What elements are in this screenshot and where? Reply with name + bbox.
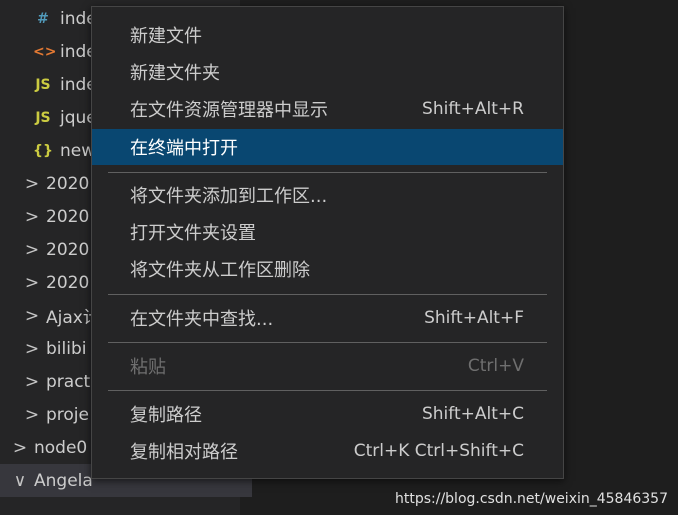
- css-file-icon: #: [37, 10, 49, 27]
- menu-item-label: 新建文件: [130, 26, 202, 47]
- menu-item-label: 打开文件夹设置: [130, 223, 256, 244]
- menu-item-shortcut: Shift+Alt+R: [422, 99, 524, 119]
- chevron-right-icon: >: [24, 404, 40, 425]
- chevron-right-icon: >: [12, 437, 28, 458]
- context-menu: 新建文件 新建文件夹 在文件资源管理器中显示 Shift+Alt+R 在终端中打…: [91, 6, 564, 479]
- chevron-right-icon: >: [24, 371, 40, 392]
- menu-item-add-folder-to-workspace[interactable]: 将文件夹添加到工作区...: [92, 177, 563, 213]
- tree-item-label: new: [60, 140, 96, 161]
- menu-item-remove-from-workspace[interactable]: 将文件夹从工作区删除: [92, 251, 563, 287]
- chevron-right-icon: >: [24, 173, 40, 194]
- menu-separator: [108, 294, 547, 295]
- menu-item-label: 将文件夹从工作区删除: [130, 260, 310, 281]
- js-file-icon: JS: [35, 76, 51, 93]
- menu-item-label: 在文件夹中查找...: [130, 309, 274, 330]
- tree-item-label: 2020: [46, 239, 90, 260]
- menu-item-shortcut: Ctrl+V: [467, 356, 524, 376]
- menu-separator: [108, 342, 547, 343]
- menu-separator: [108, 390, 547, 391]
- chevron-right-icon: >: [24, 305, 40, 326]
- menu-item-label: 复制路径: [130, 405, 202, 426]
- js-file-icon: JS: [35, 109, 51, 126]
- menu-item-new-folder[interactable]: 新建文件夹: [92, 54, 563, 90]
- menu-item-shortcut: Ctrl+K Ctrl+Shift+C: [353, 441, 524, 461]
- menu-item-label: 在文件资源管理器中显示: [130, 100, 328, 121]
- watermark-text: https://blog.csdn.net/weixin_45846357: [394, 491, 668, 507]
- tree-item-label: pract: [46, 371, 91, 392]
- tree-item-label: 2020: [46, 272, 90, 293]
- chevron-right-icon: >: [24, 338, 40, 359]
- chevron-right-icon: >: [24, 272, 40, 293]
- tree-item-label: proje: [46, 404, 89, 425]
- menu-item-paste[interactable]: 粘贴 Ctrl+V: [92, 348, 563, 384]
- menu-item-open-folder-settings[interactable]: 打开文件夹设置: [92, 214, 563, 250]
- menu-item-new-file[interactable]: 新建文件: [92, 17, 563, 53]
- tree-item-label: 2020: [46, 173, 90, 194]
- menu-item-copy-relative-path[interactable]: 复制相对路径 Ctrl+K Ctrl+Shift+C: [92, 433, 563, 469]
- menu-item-open-in-terminal[interactable]: 在终端中打开: [92, 129, 563, 165]
- menu-item-label: 将文件夹添加到工作区...: [130, 186, 328, 207]
- tree-item-label: Angela: [34, 470, 93, 491]
- chevron-down-icon: ∨: [13, 470, 27, 491]
- html-file-icon: <>: [33, 43, 57, 60]
- menu-item-label: 在终端中打开: [130, 138, 238, 159]
- menu-item-shortcut: Shift+Alt+F: [424, 308, 524, 328]
- json-file-icon: {}: [33, 142, 53, 159]
- menu-item-copy-path[interactable]: 复制路径 Shift+Alt+C: [92, 396, 563, 432]
- menu-item-label: 新建文件夹: [130, 63, 220, 84]
- chevron-right-icon: >: [24, 239, 40, 260]
- chevron-right-icon: >: [24, 206, 40, 227]
- menu-item-label: 复制相对路径: [130, 442, 238, 463]
- menu-item-label: 粘贴: [130, 357, 166, 378]
- tree-item-label: bilibi: [46, 338, 87, 359]
- menu-item-shortcut: Shift+Alt+C: [421, 404, 524, 424]
- menu-separator: [108, 172, 547, 173]
- menu-item-find-in-folder[interactable]: 在文件夹中查找... Shift+Alt+F: [92, 300, 563, 336]
- tree-item-label: node0: [34, 437, 88, 458]
- menu-item-reveal-in-explorer[interactable]: 在文件资源管理器中显示 Shift+Alt+R: [92, 91, 563, 127]
- tree-item-label: 2020: [46, 206, 90, 227]
